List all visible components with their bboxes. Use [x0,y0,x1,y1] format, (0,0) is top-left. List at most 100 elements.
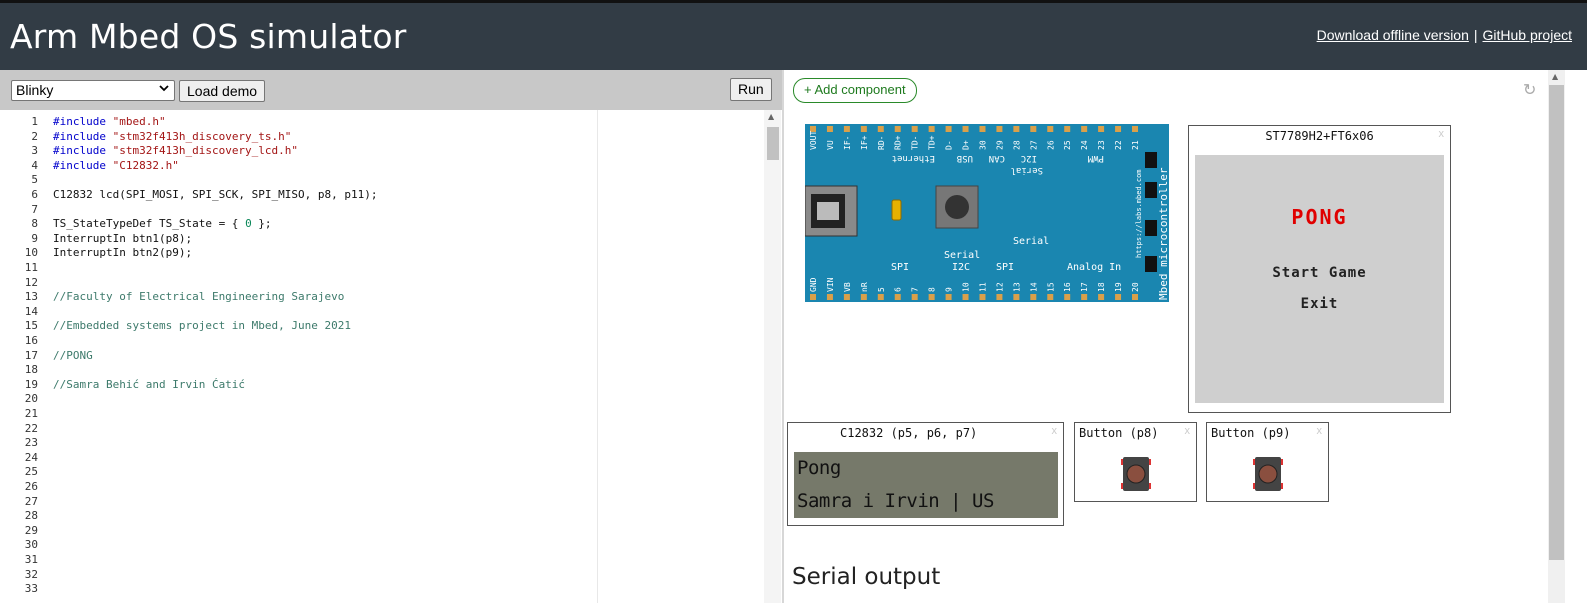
right-scroll-thumb[interactable] [1549,85,1564,560]
code-line[interactable]: 17 //PONG [0,348,760,363]
code-line[interactable]: 31 [0,552,760,567]
load-demo-button[interactable]: Load demo [179,80,266,102]
right-scrollbar[interactable]: ▲ [1548,70,1565,603]
code-line[interactable]: 8 TS_StateTypeDef TS_State = { 0 }; [0,216,760,231]
download-offline-link[interactable]: Download offline version [1317,27,1469,43]
line-number: 11 [24,261,38,274]
code-line[interactable]: 29 [0,523,760,538]
line-number: 27 [24,494,38,508]
bottom-pin-label: 20 [1131,282,1140,292]
line-number: 17 [24,348,38,362]
code-line[interactable]: 11 [0,260,760,275]
github-project-link[interactable]: GitHub project [1483,27,1572,43]
top-pin-label: 21 [1131,140,1140,150]
top-pin-pad [979,126,986,132]
code-line[interactable]: 15 //Embedded systems project in Mbed, Ju… [0,318,760,333]
board-brand: Mbed microcontroller [1157,167,1169,300]
code-line[interactable]: 3 #include "stm32f413h_discovery_lcd.h" [0,143,760,158]
code-line[interactable]: 18 [0,362,760,377]
push-button-icon[interactable] [1121,455,1151,497]
tft-screen[interactable]: PONG Start Game Exit [1195,155,1444,403]
code-token-com: //PONG [53,348,93,362]
code-line[interactable]: 10 InterruptIn btn2(p9); [0,245,760,260]
run-button[interactable]: Run [730,78,772,101]
line-number: 12 [24,275,38,289]
simulator-pane: + Add component ↻ VOUT VU IF- IF+ RD- RD+ TD- T… [784,70,1587,603]
bottom-pin-label: GND [809,277,818,292]
top-pin-label: IF- [843,136,852,150]
code-line[interactable]: 16 [0,333,760,348]
code-line[interactable]: 9 InterruptIn btn1(p8); [0,231,760,246]
bottom-pin-label: 10 [962,282,971,292]
line-number: 7 [31,202,38,216]
code-line[interactable]: 32 [0,567,760,582]
code-editor[interactable]: 1 #include "mbed.h" 2 #include "stm32f413h_… [0,110,782,603]
code-line[interactable]: 6 C12832 lcd(SPI_MOSI, SPI_SCK, SPI_MISO,… [0,187,760,202]
board-label-ethernet: Ethernet [892,153,935,163]
refresh-icon[interactable]: ↻ [1523,80,1536,99]
code-token-com: //Faculty of Electrical Engineering Sara… [53,290,345,304]
code-line[interactable]: 22 [0,421,760,436]
code-line[interactable]: 1 #include "mbed.h" [0,114,760,129]
code-line[interactable]: 4 #include "C12832.h" [0,158,760,173]
app-header: Arm Mbed OS simulator Download offline v… [0,3,1587,70]
demo-select[interactable]: Blinky [11,80,175,101]
top-pin-label: 22 [1114,140,1123,150]
button-p9-component: Button (p9) x [1206,422,1329,502]
code-line[interactable]: 12 [0,275,760,290]
top-pin-pad [1030,126,1037,132]
code-line[interactable]: 5 [0,172,760,187]
close-icon[interactable]: x [1052,425,1058,437]
code-line[interactable]: 7 [0,202,760,217]
add-component-button[interactable]: + Add component [793,78,917,103]
code-text: C12832 lcd(SPI_MOSI, SPI_SCK, SPI_MISO, … [53,187,378,202]
board-label-i2c-bottom: I2C [952,262,970,273]
close-icon[interactable]: x [1439,128,1445,140]
menu-start-game[interactable]: Start Game [1195,265,1444,281]
editor-scrollbar[interactable]: ▲ [764,110,781,603]
code-line[interactable]: 24 [0,450,760,465]
push-button-icon[interactable] [1253,455,1283,497]
bottom-pin-pad [1047,294,1054,300]
bottom-pin-label: nR [860,282,869,292]
code-token-txt: InterruptIn btn2(p9); [53,246,193,260]
scroll-up-icon[interactable]: ▲ [1552,72,1558,81]
code-line[interactable]: 26 [0,479,760,494]
line-number: 15 [24,319,38,333]
top-pin-label: 26 [1046,140,1055,150]
bottom-pin-label: 12 [995,282,1004,292]
app-title: Arm Mbed OS simulator [10,17,407,56]
code-line[interactable]: 20 [0,391,760,406]
line-number: 32 [24,567,38,581]
code-line[interactable]: 19 //Samra Behić and Irvin Ćatić [0,377,760,392]
close-icon[interactable]: x [1185,425,1191,437]
code-line[interactable]: 21 [0,406,760,421]
code-line[interactable]: 13 //Faculty of Electrical Engineering Sa… [0,289,760,304]
code-line[interactable]: 28 [0,508,760,523]
code-line[interactable]: 25 [0,464,760,479]
line-number: 18 [24,363,38,377]
bottom-pin-pad [1115,294,1122,300]
tft-title: ST7789H2+FT6x06 [1265,129,1374,143]
code-line[interactable]: 27 [0,494,760,509]
editor-toolbar: Blinky Load demo Run [0,70,782,110]
code-token-str: "stm32f413h_discovery_ts.h" [105,129,292,143]
code-line[interactable]: 30 [0,537,760,552]
menu-exit[interactable]: Exit [1195,296,1444,312]
line-number: 26 [24,480,38,493]
editor-scroll-thumb[interactable] [767,127,779,160]
line-number: 19 [24,377,38,391]
line-number: 10 [24,246,38,260]
scroll-up-icon[interactable]: ▲ [768,112,774,121]
code-line[interactable]: 14 [0,304,760,319]
line-number: 25 [24,465,38,479]
code-line[interactable]: 2 #include "stm32f413h_discovery_ts.h" [0,129,760,144]
code-line[interactable]: 23 [0,435,760,450]
tft-display-component: ST7789H2+FT6x06 x PONG Start Game Exit [1188,125,1451,413]
top-pin-pad [894,126,901,132]
top-pin-label: 27 [1029,140,1038,150]
bottom-pin-label: VB [843,282,852,292]
code-line[interactable]: 33 [0,581,760,596]
bottom-pin-pad [810,294,816,300]
close-icon[interactable]: x [1317,425,1323,437]
